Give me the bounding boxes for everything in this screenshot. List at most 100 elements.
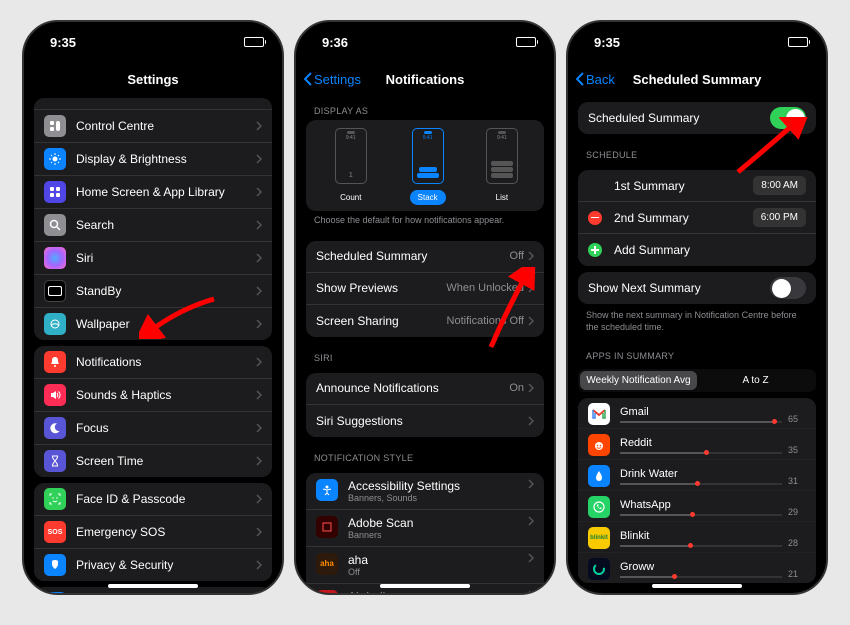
phone-scheduled-summary: 9:35 63 Back Scheduled Summary Scheduled…: [566, 20, 828, 595]
display-option-stack[interactable]: 9:41 Stack: [410, 128, 446, 205]
drinkwater-icon: [588, 465, 610, 487]
privacy-icon: [44, 554, 66, 576]
chevron-right-icon: [256, 527, 262, 537]
row-app-accessibility[interactable]: Accessibility SettingsBanners, Sounds: [306, 473, 544, 510]
app-row-groww[interactable]: Groww21: [578, 553, 816, 583]
row-privacy[interactable]: Privacy & Security: [34, 549, 272, 581]
status-bar: 9:36 63: [296, 22, 554, 62]
app-row-drinkwater[interactable]: Drink Water31: [578, 460, 816, 491]
battery-icon: 63: [244, 37, 264, 47]
settings-group-3: Face ID & Passcode SOSEmergency SOS Priv…: [34, 483, 272, 581]
home-indicator[interactable]: [108, 584, 198, 588]
wallpaper-icon: [44, 313, 66, 335]
row-announce-notifs[interactable]: Announce NotificationsOn: [306, 373, 544, 405]
row-screen-sharing[interactable]: Screen SharingNotifications Off: [306, 305, 544, 337]
app-icon: [316, 516, 338, 538]
row-show-previews[interactable]: Show PreviewsWhen Unlocked: [306, 273, 544, 305]
seg-weekly[interactable]: Weekly Notification Avg: [580, 371, 697, 390]
sos-icon: SOS: [44, 521, 66, 543]
chevron-right-icon: [528, 383, 534, 393]
section-header: SCHEDULE: [568, 140, 826, 164]
segmented-control[interactable]: Weekly Notification Avg A to Z: [578, 369, 816, 392]
display-option-list[interactable]: 9:41 List: [486, 128, 518, 205]
section-hint: Show the next summary in Notification Ce…: [568, 310, 826, 341]
notif-group-siri: Announce NotificationsOn Siri Suggestion…: [306, 373, 544, 437]
chevron-right-icon: [256, 357, 262, 367]
page-title: Scheduled Summary: [633, 72, 762, 87]
add-button[interactable]: [588, 243, 602, 257]
back-button[interactable]: Settings: [304, 72, 361, 87]
row-wallpaper[interactable]: Wallpaper: [34, 308, 272, 340]
row-focus[interactable]: Focus: [34, 412, 272, 445]
scroll-area[interactable]: Scheduled Summary SCHEDULE 1st Summary8:…: [568, 96, 826, 593]
app-row-gmail[interactable]: Gmail65: [578, 398, 816, 429]
chevron-right-icon: [256, 253, 262, 263]
row-show-next-summary[interactable]: Show Next Summary: [578, 272, 816, 304]
nav-header: Back Scheduled Summary: [568, 62, 826, 96]
chevron-right-icon: [528, 283, 534, 293]
scroll-area[interactable]: Control Centre Display & Brightness Home…: [24, 92, 282, 593]
row-add-summary[interactable]: Add Summary: [578, 234, 816, 266]
chevron-right-icon: [256, 390, 262, 400]
chevron-right-icon: [528, 590, 534, 593]
battery-icon: 63: [516, 37, 536, 47]
row-scheduled-summary[interactable]: Scheduled SummaryOff: [306, 241, 544, 273]
time-picker[interactable]: 6:00 PM: [753, 208, 806, 227]
home-indicator[interactable]: [380, 584, 470, 588]
summary-toggle-group: Scheduled Summary: [578, 102, 816, 134]
row-siri[interactable]: Siri: [34, 242, 272, 275]
back-button[interactable]: Back: [576, 72, 615, 87]
control-centre-icon: [44, 115, 66, 137]
show-next-group: Show Next Summary: [578, 272, 816, 304]
display-option-count[interactable]: 9:411 Count: [332, 128, 369, 205]
row-home-screen[interactable]: Home Screen & App Library: [34, 176, 272, 209]
row-siri-suggestions[interactable]: Siri Suggestions: [306, 405, 544, 437]
chevron-right-icon: [528, 479, 534, 489]
chevron-right-icon: [256, 286, 262, 296]
toggle-switch[interactable]: [770, 107, 806, 129]
time-picker[interactable]: 8:00 AM: [753, 176, 806, 195]
notif-style-group: Accessibility SettingsBanners, Sounds Ad…: [306, 473, 544, 593]
chevron-right-icon: [256, 423, 262, 433]
page-title: Settings: [127, 72, 178, 87]
speaker-icon: [44, 384, 66, 406]
row-scheduled-summary-toggle[interactable]: Scheduled Summary: [578, 102, 816, 134]
row-sounds[interactable]: Sounds & Haptics: [34, 379, 272, 412]
row-2nd-summary[interactable]: 2nd Summary6:00 PM: [578, 202, 816, 234]
chevron-right-icon: [256, 560, 262, 570]
app-row-blinkit[interactable]: blinkitBlinkit28: [578, 522, 816, 553]
row-search[interactable]: Search: [34, 209, 272, 242]
remove-button[interactable]: [588, 211, 602, 225]
status-bar: 9:35 63: [568, 22, 826, 62]
section-header: NOTIFICATION STYLE: [296, 443, 554, 467]
row-notifications[interactable]: Notifications: [34, 346, 272, 379]
row-app-aha[interactable]: ahaahaOff: [306, 547, 544, 584]
toggle-switch[interactable]: [770, 277, 806, 299]
chevron-right-icon: [256, 220, 262, 230]
chevron-right-icon: [528, 553, 534, 563]
row-faceid[interactable]: Face ID & Passcode: [34, 483, 272, 516]
row-standby[interactable]: StandBy: [34, 275, 272, 308]
home-indicator[interactable]: [652, 584, 742, 588]
chevron-right-icon: [528, 416, 534, 426]
row-control-centre[interactable]: Control Centre: [34, 110, 272, 143]
row-app-adobe[interactable]: Adobe ScanBanners: [306, 510, 544, 547]
battery-icon: 63: [788, 37, 808, 47]
home-screen-icon: [44, 181, 66, 203]
section-header: APPS IN SUMMARY: [568, 341, 826, 365]
app-icon: [316, 479, 338, 501]
seg-az[interactable]: A to Z: [697, 371, 814, 390]
row-screen-time[interactable]: Screen Time: [34, 445, 272, 477]
phone-notifications: 9:36 63 Settings Notifications DISPLAY A…: [294, 20, 556, 595]
scroll-area[interactable]: DISPLAY AS 9:411 Count 9:41 Stack 9:41 L…: [296, 96, 554, 593]
chevron-right-icon: [528, 251, 534, 261]
chevron-right-icon: [256, 121, 262, 131]
app-row-reddit[interactable]: Reddit35: [578, 429, 816, 460]
chevron-right-icon: [256, 187, 262, 197]
app-row-whatsapp[interactable]: WhatsApp29: [578, 491, 816, 522]
row-1st-summary[interactable]: 1st Summary8:00 AM: [578, 170, 816, 202]
chevron-right-icon: [528, 316, 534, 326]
row-sos[interactable]: SOSEmergency SOS: [34, 516, 272, 549]
row-display-brightness[interactable]: Display & Brightness: [34, 143, 272, 176]
blinkit-icon: blinkit: [588, 527, 610, 549]
